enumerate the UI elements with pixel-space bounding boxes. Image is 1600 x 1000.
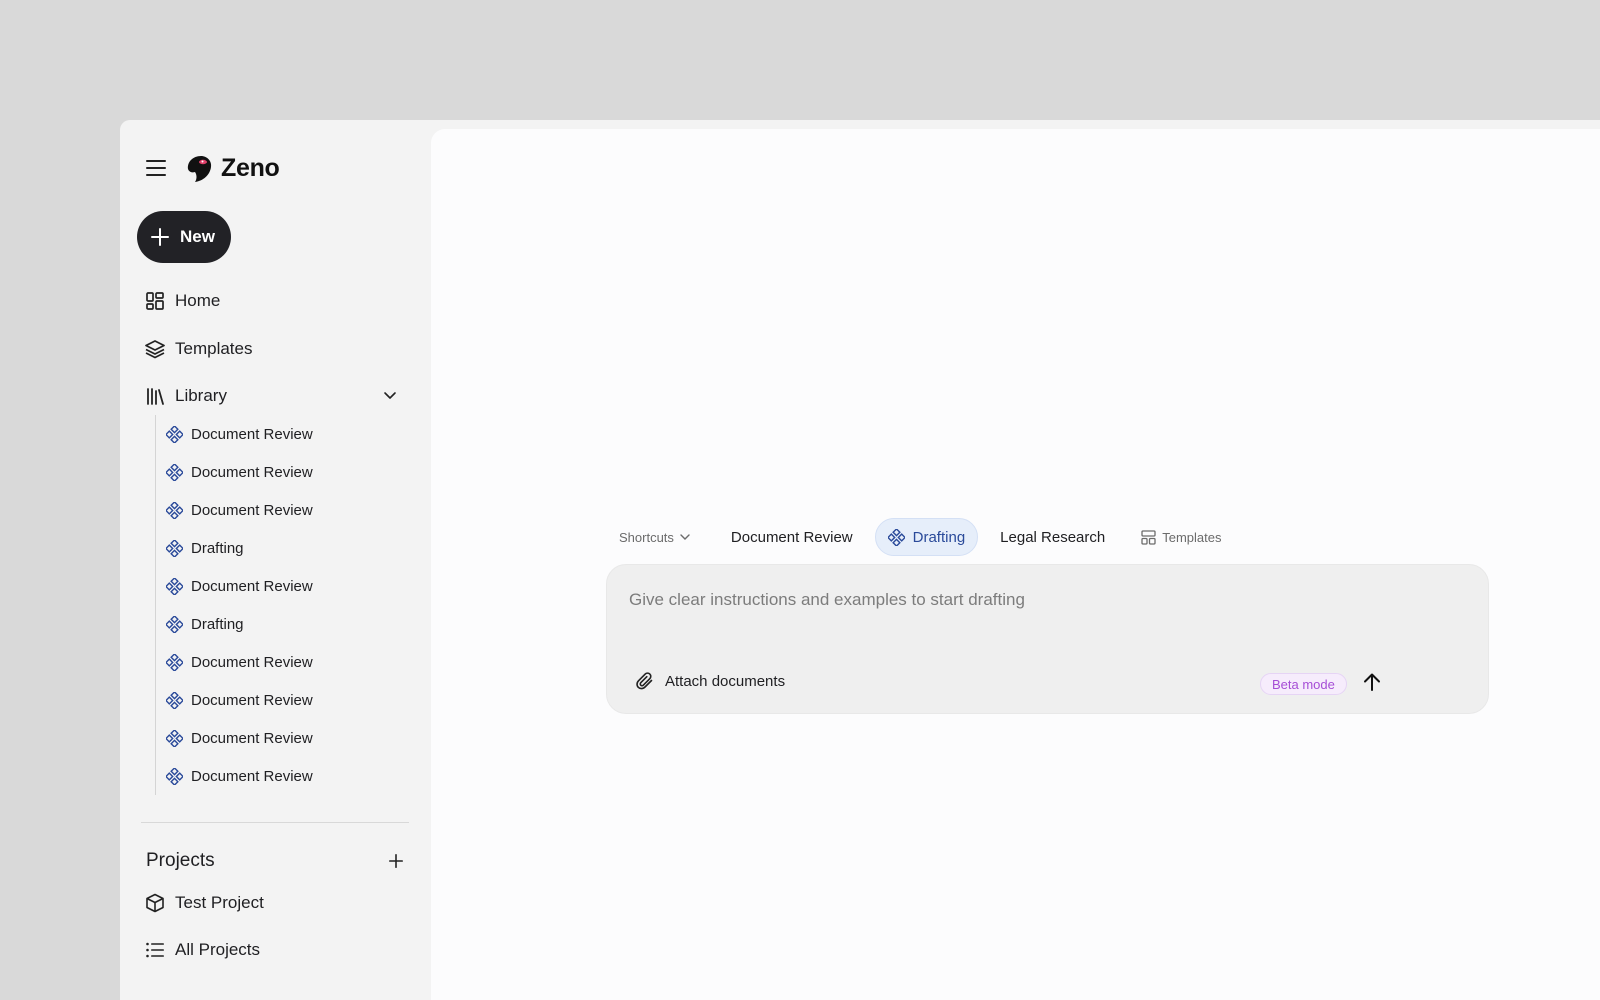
library-item-label: Document Review — [191, 729, 313, 747]
tab-label: Drafting — [912, 528, 966, 546]
tab-label: Document Review — [730, 528, 853, 546]
library-item-label: Document Review — [191, 577, 313, 595]
nav-item-templates[interactable]: Templates — [145, 334, 252, 364]
library-item-label: Document Review — [191, 463, 313, 481]
shortcut-bar: Shortcuts Document Review Drafting Legal… — [615, 517, 1222, 557]
new-button-label: New — [180, 227, 215, 246]
nav-item-label: Templates — [175, 339, 253, 358]
workflow-icon — [166, 577, 183, 595]
library-item[interactable]: Document Review — [156, 415, 415, 453]
brand-row: Zeno — [145, 150, 280, 186]
project-item-label: Test Project — [175, 893, 264, 912]
tab-document-review[interactable]: Document Review — [717, 518, 867, 556]
nav-item-label: Library — [175, 386, 227, 405]
workflow-icon — [166, 729, 183, 747]
library-item[interactable]: Drafting — [156, 605, 415, 643]
projects-title: Projects — [146, 850, 215, 871]
library-item[interactable]: Document Review — [156, 757, 415, 795]
library-item-label: Document Review — [191, 501, 313, 519]
chevron-down-icon[interactable] — [382, 387, 398, 403]
main-content: Shortcuts Document Review Drafting Legal… — [431, 129, 1600, 1000]
box-icon — [145, 893, 165, 913]
new-button[interactable]: New — [137, 211, 231, 263]
library-item[interactable]: Drafting — [156, 529, 415, 567]
app-name: Zeno — [221, 153, 280, 182]
layers-icon — [145, 339, 165, 359]
library-item-label: Drafting — [191, 539, 244, 557]
send-button[interactable] — [1357, 667, 1387, 697]
workflow-icon — [166, 653, 183, 671]
plus-icon — [389, 854, 403, 868]
library-list: Document Review Document Review Document… — [155, 415, 415, 795]
sidebar: Zeno New Home Templates Library Document… — [120, 120, 430, 1000]
nav-item-library[interactable]: Library — [145, 381, 227, 411]
library-item-label: Document Review — [191, 653, 313, 671]
sidebar-divider — [141, 822, 409, 823]
workflow-icon — [166, 767, 183, 785]
tab-drafting[interactable]: Drafting — [874, 518, 979, 556]
library-item[interactable]: Document Review — [156, 643, 415, 681]
library-item[interactable]: Document Review — [156, 681, 415, 719]
workflow-icon — [166, 615, 183, 633]
template-layout-icon — [1141, 529, 1156, 545]
library-item-label: Document Review — [191, 767, 313, 785]
arrow-up-icon — [1364, 673, 1380, 691]
shortcuts-label: Shortcuts — [619, 529, 674, 545]
hamburger-menu-icon[interactable] — [145, 157, 167, 179]
bird-logo-icon — [187, 156, 212, 182]
nav-item-home[interactable]: Home — [145, 286, 220, 316]
library-item[interactable]: Document Review — [156, 567, 415, 605]
nav-item-label: Home — [175, 291, 221, 310]
workflow-icon — [166, 539, 183, 557]
project-item-test-project[interactable]: Test Project — [145, 888, 264, 918]
library-item-label: Document Review — [191, 425, 313, 443]
shortcuts-dropdown[interactable]: Shortcuts — [615, 530, 695, 545]
plus-icon — [151, 228, 169, 246]
grid-icon — [145, 291, 165, 311]
workflow-icon — [166, 691, 183, 709]
project-item-label: All Projects — [175, 940, 261, 959]
workflow-icon — [166, 501, 183, 519]
library-item-label: Drafting — [191, 615, 244, 633]
templates-link[interactable]: Templates — [1141, 529, 1222, 545]
prompt-box: Attach documents Beta mode — [606, 564, 1489, 714]
projects-header: Projects — [146, 846, 406, 876]
add-project-button[interactable] — [386, 851, 406, 871]
library-item[interactable]: Document Review — [156, 453, 415, 491]
templates-link-label: Templates — [1162, 529, 1222, 545]
workflow-icon — [166, 463, 183, 481]
attach-documents-button[interactable]: Attach documents — [635, 669, 785, 693]
paperclip-icon — [636, 672, 653, 690]
beta-mode-badge[interactable]: Beta mode — [1260, 673, 1347, 695]
library-item[interactable]: Document Review — [156, 491, 415, 529]
prompt-input[interactable] — [629, 585, 1459, 615]
tab-label: Legal Research — [1000, 528, 1106, 546]
library-item-label: Document Review — [191, 691, 313, 709]
tab-legal-research[interactable]: Legal Research — [986, 518, 1119, 556]
project-item-all-projects[interactable]: All Projects — [145, 935, 260, 965]
workflow-icon — [887, 528, 905, 546]
library-item[interactable]: Document Review — [156, 719, 415, 757]
attach-documents-label: Attach documents — [665, 672, 786, 690]
chevron-down-icon — [680, 534, 690, 540]
workflow-icon — [166, 425, 183, 443]
app-logo[interactable]: Zeno — [185, 153, 280, 183]
books-icon — [145, 386, 165, 406]
list-icon — [145, 940, 165, 960]
